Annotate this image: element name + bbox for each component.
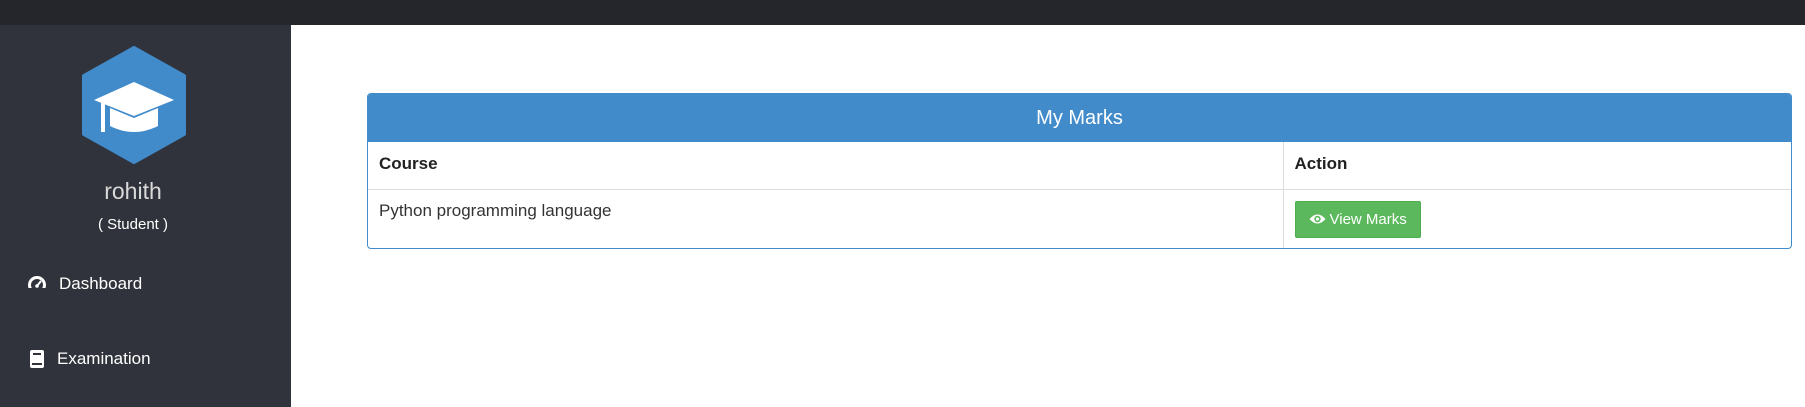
user-name: rohith (104, 178, 162, 204)
sidebar-item-label: Examination (57, 349, 151, 368)
action-cell: View Marks (1283, 189, 1791, 248)
sidebar-item-examination[interactable]: Examination (26, 348, 151, 370)
view-marks-label: View Marks (1329, 210, 1407, 228)
book-icon (26, 348, 48, 370)
marks-table: Course Action Python programming languag… (368, 142, 1791, 248)
panel-title: My Marks (368, 94, 1791, 142)
sidebar-item-label: Dashboard (59, 274, 143, 293)
course-cell: Python programming language (368, 189, 1284, 248)
view-marks-button[interactable]: View Marks (1294, 200, 1421, 238)
speedometer-icon (26, 273, 48, 295)
column-header-course: Course (368, 142, 1284, 190)
top-bar (0, 0, 1805, 25)
eye-icon (1309, 213, 1326, 225)
graduation-cap-logo-icon (82, 46, 186, 164)
my-marks-panel: My Marks Course Action Python programmin… (367, 93, 1792, 249)
table-row: Python programming language View Marks (368, 189, 1791, 248)
table-header-row: Course Action (368, 142, 1791, 190)
sidebar-item-dashboard[interactable]: Dashboard (26, 273, 142, 295)
sidebar: rohith ( Student ) Dashboard Examination (0, 25, 291, 407)
user-role: ( Student ) (97, 216, 169, 233)
column-header-action: Action (1283, 142, 1791, 190)
